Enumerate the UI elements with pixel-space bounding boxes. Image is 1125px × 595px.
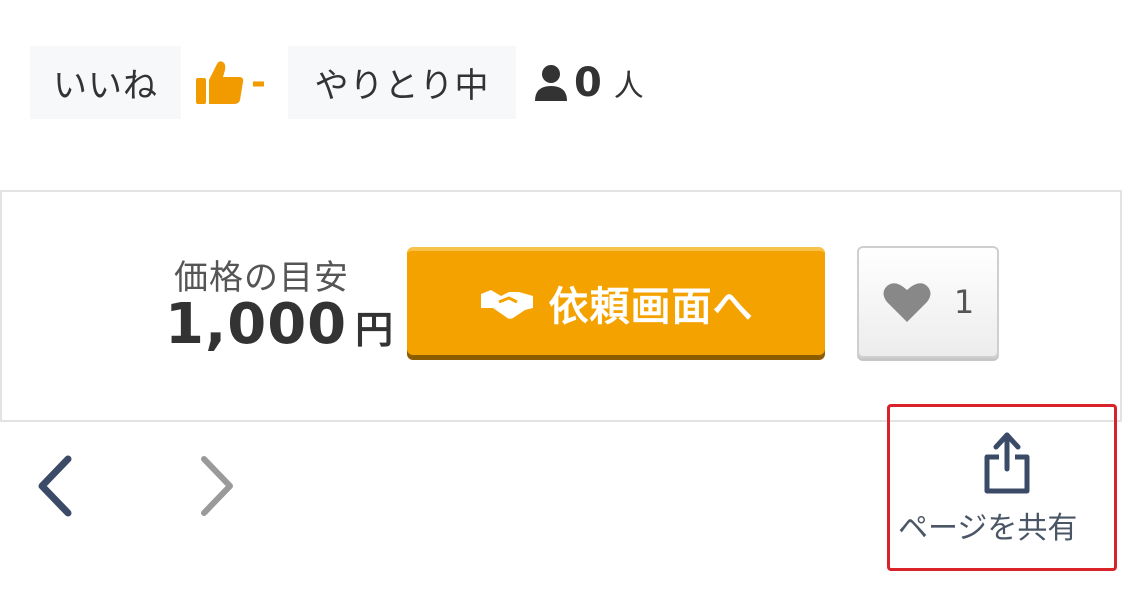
chevron-right-icon[interactable] [196,455,236,517]
like-value: - [195,60,266,106]
handshake-icon [480,290,533,319]
deal-label: やりとり中 [314,66,490,106]
people-count-group: 0 人 [534,60,644,106]
people-unit: 人 [613,68,644,104]
price-box: 価格の目安 1,000 円 依頼画面へ 1 [0,190,1122,422]
like-label: いいね [53,66,158,106]
price-value: 1,000 円 [165,292,393,357]
stats-row: いいね - やりとり中 0 人 [30,46,644,119]
share-icon [984,432,1030,494]
thumbs-up-icon [196,60,244,104]
people-count: 0 [573,59,602,106]
like-label-chip: いいね [30,46,181,119]
favorite-count: 1 [953,283,975,321]
share-page-button[interactable]: ページを共有 [887,404,1117,571]
price-number: 1,000 [165,292,348,357]
request-button-label: 依頼画面へ [548,284,754,330]
person-icon [534,64,567,101]
share-label: ページを共有 [898,511,1078,546]
price-unit: 円 [355,308,394,352]
deal-label-chip: やりとり中 [287,46,516,119]
favorite-button[interactable]: 1 [857,246,999,358]
heart-icon [883,283,931,322]
request-button[interactable]: 依頼画面へ [407,247,825,355]
like-count: - [251,62,266,103]
chevron-left-icon[interactable] [36,455,76,517]
